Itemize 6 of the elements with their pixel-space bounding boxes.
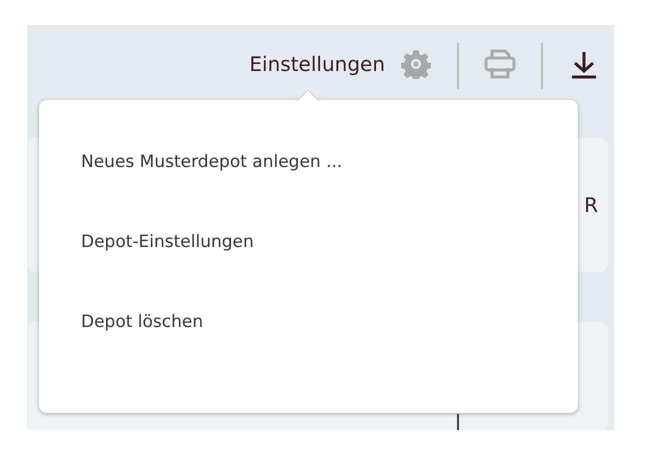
menu-item[interactable]: Depot-Einstellungen xyxy=(81,230,254,254)
menu-item[interactable]: Depot löschen xyxy=(81,310,204,334)
settings-label: Einstellungen xyxy=(249,51,385,78)
menu-item[interactable]: Neues Musterdepot anlegen ... xyxy=(81,150,342,174)
card-value: R xyxy=(584,193,598,217)
print-icon[interactable] xyxy=(483,47,517,81)
